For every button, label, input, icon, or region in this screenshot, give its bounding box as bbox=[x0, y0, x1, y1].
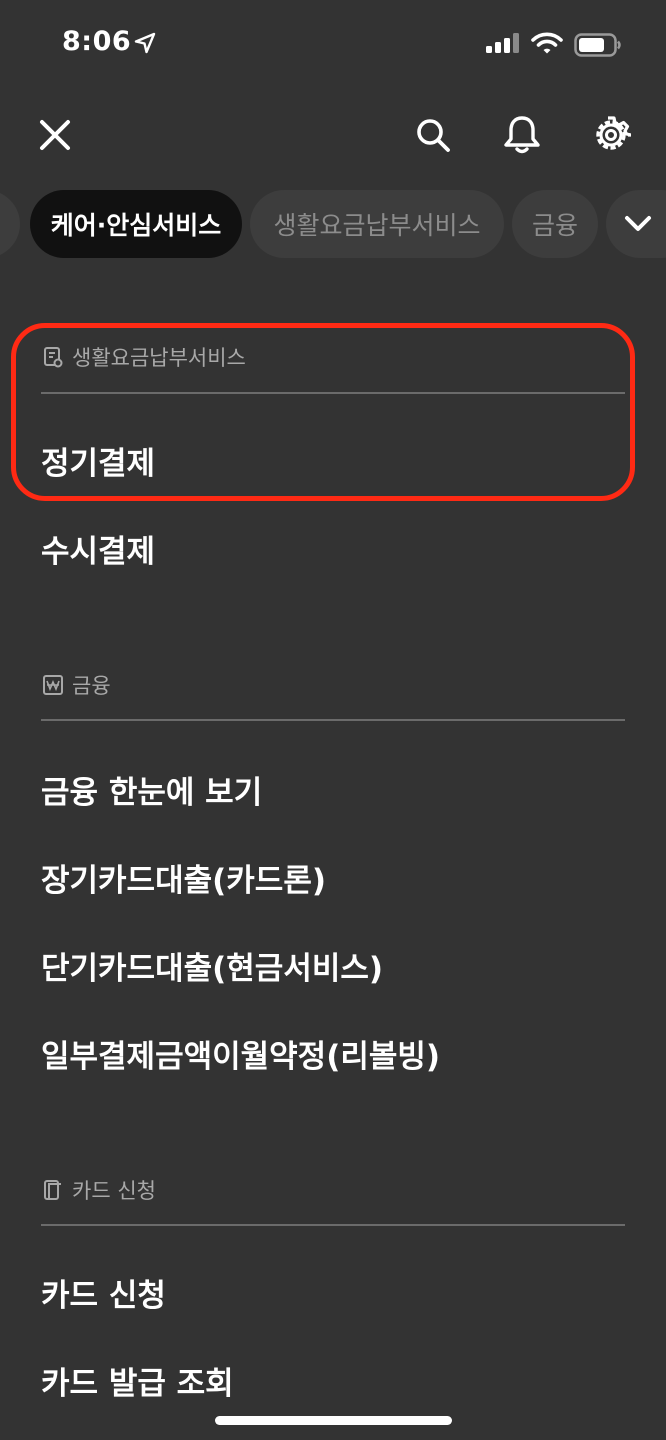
status-time: 8:06 bbox=[62, 26, 132, 57]
section-title: 카드 신청 bbox=[72, 1179, 156, 1203]
section-divider bbox=[41, 392, 625, 394]
menu-item-recurring-payment[interactable]: 정기결제 bbox=[41, 438, 155, 483]
menu-item-card-apply[interactable]: 카드 신청 bbox=[41, 1270, 166, 1315]
battery-icon bbox=[574, 33, 621, 57]
search-button[interactable] bbox=[408, 110, 458, 160]
tab-finance[interactable]: 금융 bbox=[512, 190, 598, 258]
menu-item-cash-service[interactable]: 단기카드대출(현금서비스) bbox=[41, 943, 383, 988]
bell-icon bbox=[504, 116, 540, 154]
notification-button[interactable] bbox=[497, 110, 547, 160]
menu-item-revolving[interactable]: 일부결제금액이월약정(리볼빙) bbox=[41, 1031, 440, 1076]
tabs-expand-button[interactable] bbox=[616, 202, 660, 246]
receipt-icon bbox=[44, 347, 63, 368]
home-indicator bbox=[215, 1416, 452, 1425]
tab-care-service[interactable]: 케어·안심서비스 bbox=[30, 190, 242, 258]
settings-button[interactable] bbox=[586, 110, 636, 160]
section-divider bbox=[41, 719, 625, 721]
menu-item-card-issue-status[interactable]: 카드 발급 조회 bbox=[41, 1358, 234, 1403]
section-divider bbox=[41, 1224, 625, 1226]
card-icon bbox=[44, 1180, 61, 1200]
menu-item-instant-payment[interactable]: 수시결제 bbox=[41, 526, 155, 571]
section-header-finance: 금융 bbox=[42, 669, 625, 701]
section-header-card-application: 카드 신청 bbox=[42, 1174, 625, 1206]
category-tabs: 케어·안심서비스 생활요금납부서비스 금융 bbox=[0, 190, 666, 258]
wifi-icon bbox=[531, 32, 563, 54]
search-icon bbox=[417, 119, 450, 152]
chevron-down-icon bbox=[625, 216, 651, 231]
gear-icon bbox=[596, 116, 631, 150]
won-icon bbox=[43, 675, 63, 695]
menu-item-card-loan[interactable]: 장기카드대출(카드론) bbox=[41, 855, 326, 900]
section-header-bill-payment: 생활요금납부서비스 bbox=[42, 341, 625, 373]
section-title: 금융 bbox=[72, 674, 111, 698]
menu-item-finance-overview[interactable]: 금융 한눈에 보기 bbox=[41, 767, 262, 812]
close-button[interactable] bbox=[30, 110, 80, 160]
tab-previous[interactable] bbox=[0, 190, 20, 258]
close-icon bbox=[40, 120, 70, 150]
cellular-signal-icon bbox=[486, 33, 519, 53]
tab-bill-payment[interactable]: 생활요금납부서비스 bbox=[250, 190, 504, 258]
section-title: 생활요금납부서비스 bbox=[72, 346, 246, 370]
location-arrow-icon bbox=[134, 32, 156, 54]
